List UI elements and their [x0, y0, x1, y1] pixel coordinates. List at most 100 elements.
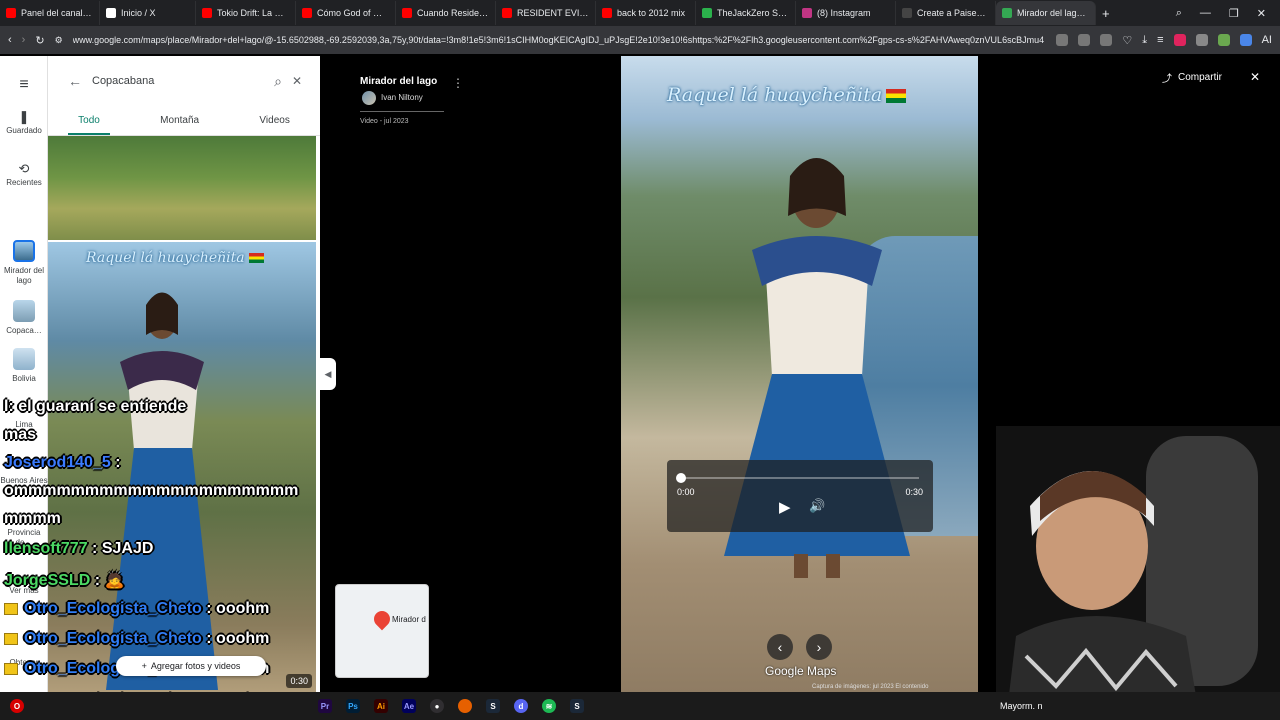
browser-tab[interactable]: Cuando Resident Evil…	[396, 1, 496, 25]
webcam-overlay	[996, 426, 1280, 720]
reload-icon[interactable]: ↻	[35, 34, 44, 47]
video-player[interactable]: Raquel lá huaycheñita 0:00 0:30 ▶ 🔊 ‹ › …	[621, 56, 978, 692]
tab-favicon-icon	[1002, 8, 1012, 18]
forward-icon[interactable]: ›	[22, 34, 26, 46]
steam-icon[interactable]: S	[570, 699, 584, 713]
chat-text: mas	[4, 426, 37, 443]
browser-tab-bar: Panel del canal - YouTube Inicio / X Tokio…	[0, 0, 1280, 26]
browser-tab[interactable]: (8) Instagram	[796, 1, 896, 25]
chat-message: mas	[4, 426, 36, 444]
minimap-label: Mirador d	[392, 615, 426, 624]
close-viewer-icon[interactable]: ✕	[1250, 70, 1260, 84]
chat-text: : ooohm	[206, 630, 270, 647]
google-maps-watermark: Google Maps	[765, 664, 837, 678]
browser-tab[interactable]: Cómo God of War Na…	[296, 1, 396, 25]
rail-item-bolivia[interactable]: Bolivia	[0, 348, 48, 384]
discord-icon[interactable]: d	[514, 699, 528, 713]
minimize-icon[interactable]: —	[1200, 7, 1211, 19]
tab-favicon-icon	[702, 8, 712, 18]
rail-label: Bolivia	[12, 374, 36, 383]
site-info-icon[interactable]: ⚙	[55, 35, 63, 46]
browser-tab[interactable]: back to 2012 mix	[596, 1, 696, 25]
rail-item-saved[interactable]: ❚ Guardado	[0, 110, 48, 136]
obs-icon[interactable]: ●	[430, 699, 444, 713]
rail-item-mirador[interactable]: Mirador del lago	[0, 240, 48, 286]
browser-tab[interactable]: RESIDENT EVIL 9 REQ…	[496, 1, 596, 25]
chevron-right-icon: ›	[816, 639, 822, 655]
share-button[interactable]: ⤴ Compartir	[1162, 70, 1222, 85]
browser-tab[interactable]: TheJackZero Stream -	[696, 1, 796, 25]
back-arrow-icon[interactable]: ←	[68, 73, 82, 89]
extension-icon[interactable]	[1217, 34, 1230, 46]
extension-icon[interactable]	[1239, 34, 1252, 46]
tab-all[interactable]: Todo	[68, 112, 110, 135]
browser-tab[interactable]: Inicio / X	[100, 1, 196, 25]
photo-thumbnail[interactable]	[48, 136, 316, 240]
spotify-icon[interactable]: ≋	[542, 699, 556, 713]
menu-icon[interactable]: ≡	[1157, 34, 1163, 46]
chat-text: : ooohm	[206, 600, 270, 617]
browser-tab[interactable]: Create a Paises de LAT…	[896, 1, 996, 25]
share-icon: ⤴	[1162, 74, 1172, 85]
tab-favicon-icon	[802, 8, 812, 18]
previous-button[interactable]: ‹	[767, 634, 793, 660]
illustrator-icon[interactable]: Ai	[374, 699, 388, 713]
extension-icon[interactable]	[1173, 34, 1186, 46]
chat-text: : 🙇	[94, 572, 125, 589]
extension-icon[interactable]	[1100, 34, 1113, 46]
extension-icon[interactable]	[1056, 34, 1069, 46]
browser-tab[interactable]: Panel del canal - YouTube	[0, 1, 100, 25]
photoshop-icon[interactable]: Ps	[346, 699, 360, 713]
chevron-left-icon: ‹	[777, 639, 783, 655]
browser-tab[interactable]: Tokio Drift: La Obra M…	[196, 1, 296, 25]
window-controls: ⌕ — ❐ ✕	[1176, 0, 1280, 26]
menu-button[interactable]: ≡	[0, 77, 48, 93]
seek-bar[interactable]	[676, 473, 919, 483]
tab-title: (8) Instagram	[817, 8, 871, 18]
clear-search-icon[interactable]: ✕	[292, 74, 302, 88]
add-photos-button[interactable]: + Agregar fotos y videos	[116, 656, 266, 676]
play-icon[interactable]: ▶	[779, 498, 791, 516]
place-title[interactable]: Mirador del lago	[360, 76, 437, 87]
duration: 0:30	[905, 487, 923, 497]
author-name[interactable]: Ivan Niltony	[381, 93, 423, 102]
url-field[interactable]: www.google.com/maps/place/Mirador+del+la…	[73, 35, 1047, 45]
tab-title: back to 2012 mix	[617, 8, 686, 18]
tab-title: Inicio / X	[121, 8, 156, 18]
extension-icon[interactable]	[1078, 34, 1091, 46]
tab-videos[interactable]: Videos	[249, 112, 299, 135]
volume-icon[interactable]: 🔊	[809, 498, 825, 514]
tab-mountain[interactable]: Montaña	[150, 112, 209, 135]
downloads-icon[interactable]: ⤓	[1142, 34, 1147, 47]
premiere-icon[interactable]: Pr	[318, 699, 332, 713]
next-button[interactable]: ›	[806, 634, 832, 660]
streamer-figure	[1006, 436, 1258, 720]
collapse-panel-button[interactable]: ◀	[320, 358, 336, 390]
back-icon[interactable]: ‹	[8, 34, 12, 46]
avatar[interactable]	[362, 91, 376, 105]
firefox-icon[interactable]	[458, 699, 472, 713]
minimap[interactable]: Mirador d	[335, 584, 429, 678]
steam-icon[interactable]: S	[486, 699, 500, 713]
more-options-icon[interactable]: ⋮	[452, 76, 464, 90]
browser-tab[interactable]: Mirador del lago - Goog…	[996, 1, 1096, 25]
rail-item-recent[interactable]: ⟲ Recientes	[0, 162, 48, 188]
rail-label: Guardado	[6, 126, 42, 135]
tab-title: Mirador del lago - Goog…	[1017, 8, 1089, 18]
search-input[interactable]	[92, 75, 265, 87]
rail-item-copacabana[interactable]: Copaca…	[0, 300, 48, 336]
video-title-overlay: Raquel lá huaycheñita	[667, 84, 907, 106]
search-icon[interactable]: ⌕	[274, 73, 282, 90]
opera-icon[interactable]: O	[10, 699, 24, 713]
favorite-icon[interactable]: ♡	[1122, 34, 1132, 47]
close-window-icon[interactable]: ✕	[1257, 7, 1266, 20]
chat-message: llensoft777 : SJAJD	[4, 540, 153, 558]
new-tab-icon[interactable]: +	[1096, 6, 1116, 21]
chat-message: JorgeSSLD : 🙇	[4, 570, 124, 590]
after-effects-icon[interactable]: Ae	[402, 699, 416, 713]
maximize-icon[interactable]: ❐	[1229, 7, 1239, 20]
seek-handle[interactable]	[676, 473, 686, 483]
extension-icon[interactable]	[1195, 34, 1208, 46]
search-tabs-icon[interactable]: ⌕	[1176, 7, 1182, 20]
ai-icon[interactable]: AI	[1262, 34, 1272, 46]
